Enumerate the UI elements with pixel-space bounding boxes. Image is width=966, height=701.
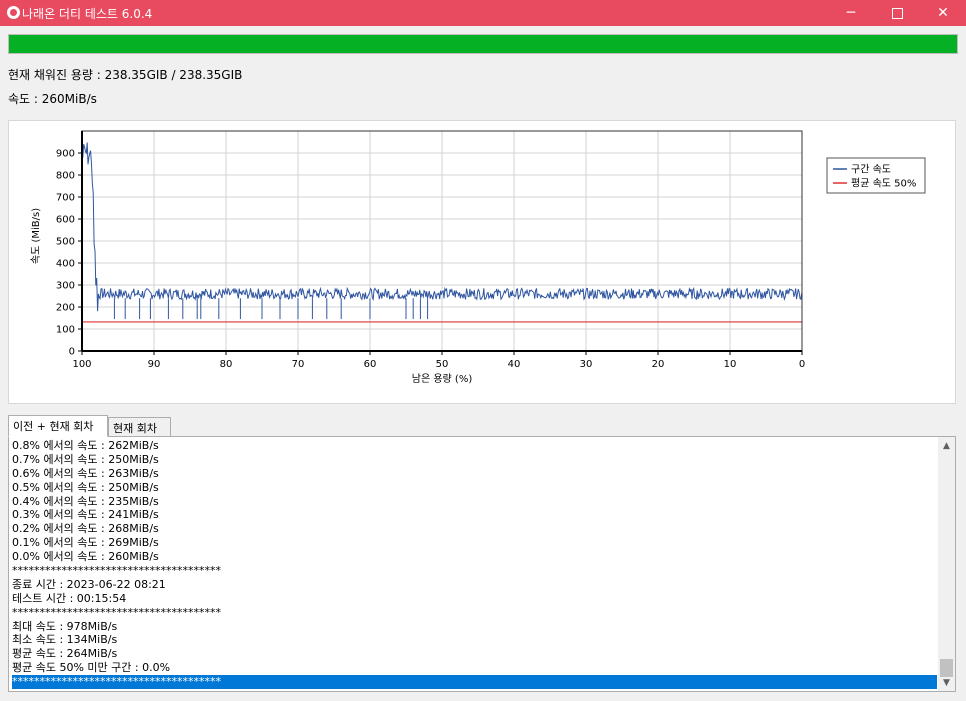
chevron-down-icon[interactable]: ▼ xyxy=(938,674,955,691)
speed-label: 속도 : 260MiB/s xyxy=(8,92,97,106)
y-tick-label: 900 xyxy=(56,149,75,160)
log-line[interactable]: 0.4% 에서의 속도 : 235MiB/s xyxy=(12,495,937,509)
log-line[interactable]: 0.0% 에서의 속도 : 260MiB/s xyxy=(12,550,937,564)
y-tick-label: 400 xyxy=(56,259,75,270)
x-tick-label: 0 xyxy=(799,359,805,370)
tab-all-rounds[interactable]: 이전 + 현재 회차 xyxy=(8,415,108,437)
x-tick-label: 80 xyxy=(220,359,233,370)
minimize-button[interactable]: ─ xyxy=(828,0,874,26)
log-line[interactable]: 0.6% 에서의 속도 : 263MiB/s xyxy=(12,467,937,481)
y-tick-label: 0 xyxy=(69,347,75,358)
title-bar[interactable]: 나래온 더티 테스트 6.0.4 ─ ✕ xyxy=(0,0,966,26)
progress-fill xyxy=(9,35,957,53)
window-title: 나래온 더티 테스트 6.0.4 xyxy=(22,7,153,21)
log-line[interactable]: 종료 시간 : 2023-06-22 08:21 xyxy=(12,578,937,592)
x-tick-label: 30 xyxy=(580,359,593,370)
log-line[interactable]: ************************************** xyxy=(12,564,937,578)
log-line[interactable]: 0.1% 에서의 속도 : 269MiB/s xyxy=(12,536,937,550)
chevron-up-icon[interactable]: ▲ xyxy=(938,437,955,454)
log-line[interactable]: 최소 속도 : 134MiB/s xyxy=(12,633,937,647)
maximize-icon xyxy=(891,7,903,19)
log-line[interactable]: 0.7% 에서의 속도 : 250MiB/s xyxy=(12,453,937,467)
x-tick-label: 100 xyxy=(72,359,91,370)
x-tick-label: 40 xyxy=(508,359,521,370)
filled-capacity-label: 현재 채워진 용량 : 238.35GIB / 238.35GIB xyxy=(8,68,243,82)
log-line[interactable]: ************************************** xyxy=(12,675,937,690)
log-line[interactable]: 평균 속도 : 264MiB/s xyxy=(12,647,937,661)
log-line[interactable]: 평균 속도 50% 미만 구간 : 0.0% xyxy=(12,661,937,675)
x-tick-label: 60 xyxy=(364,359,377,370)
y-tick-label: 200 xyxy=(56,303,75,314)
y-tick-label: 800 xyxy=(56,171,75,182)
chart-panel: 100 90 80 70 60 50 40 30 20 10 0 0 100 200 300 400 500 60… xyxy=(8,120,956,404)
y-tick-label: 100 xyxy=(56,325,75,336)
log-line[interactable]: 0.5% 에서의 속도 : 250MiB/s xyxy=(12,481,937,495)
log-line[interactable]: 최대 속도 : 978MiB/s xyxy=(12,620,937,634)
x-tick-label: 70 xyxy=(292,359,305,370)
y-tick-label: 300 xyxy=(56,281,75,292)
x-tick-label: 90 xyxy=(148,359,161,370)
app-logo-icon xyxy=(7,6,20,19)
x-tick-label: 10 xyxy=(724,359,737,370)
close-icon: ✕ xyxy=(937,5,949,21)
tab-current-round[interactable]: 현재 회차 xyxy=(108,417,171,437)
log-scrollbar[interactable]: ▲ ▼ xyxy=(938,437,955,691)
y-axis-title: 속도 (MiB/s) xyxy=(30,208,42,264)
speed-chart: 100 90 80 70 60 50 40 30 20 10 0010020030040050060… xyxy=(30,130,926,385)
legend-label: 구간 속도 xyxy=(851,164,891,176)
log-line[interactable]: 0.3% 에서의 속도 : 241MiB/s xyxy=(12,508,937,522)
log-line[interactable]: 테스트 시간 : 00:15:54 xyxy=(12,592,937,606)
y-tick-label: 500 xyxy=(56,237,75,248)
x-tick-label: 20 xyxy=(652,359,665,370)
log-line[interactable]: 0.8% 에서의 속도 : 262MiB/s xyxy=(12,439,937,453)
log-listbox[interactable]: 0.8% 에서의 속도 : 262MiB/s 0.7% 에서의 속도 : 250M… xyxy=(8,436,956,692)
log-line[interactable]: 0.2% 에서의 속도 : 268MiB/s xyxy=(12,522,937,536)
progress-bar xyxy=(8,34,958,54)
legend-label: 평균 속도 50% xyxy=(851,178,916,190)
maximize-button[interactable] xyxy=(874,0,920,26)
x-axis-title: 남은 용량 (%) xyxy=(412,373,473,385)
minimize-icon: ─ xyxy=(846,5,856,21)
x-tick-label: 50 xyxy=(436,359,449,370)
log-lines: 0.8% 에서의 속도 : 262MiB/s 0.7% 에서의 속도 : 250M… xyxy=(12,439,937,690)
log-line[interactable]: ************************************** xyxy=(12,606,937,620)
close-button[interactable]: ✕ xyxy=(920,0,966,26)
y-tick-label: 700 xyxy=(56,193,75,204)
legend: 구간 속도평균 속도 50% xyxy=(826,157,926,194)
y-tick-label: 600 xyxy=(56,215,75,226)
